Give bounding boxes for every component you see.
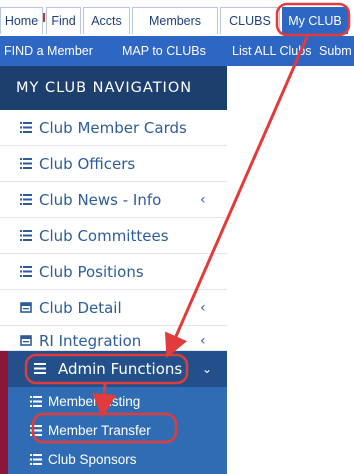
card-icon <box>20 335 32 346</box>
list-icon <box>20 266 32 277</box>
sidebar-subitem-label: Club Sponsors <box>48 452 137 467</box>
list-icon <box>20 158 32 169</box>
tab-clubs[interactable]: CLUBS <box>220 7 280 34</box>
top-tab-bar: Home Find Accts Members CLUBS My CLUB <box>0 0 354 36</box>
subnav-map-to-clubs[interactable]: MAP to CLUBs <box>122 36 206 66</box>
admin-section-accent <box>0 351 8 474</box>
sidebar-item-club-news-info[interactable]: Club News - Info ‹ <box>0 182 227 218</box>
tab-separator <box>43 13 45 22</box>
sidebar-item-label: Club Officers <box>39 155 136 173</box>
list-icon <box>20 230 32 241</box>
sidebar-item-club-member-cards[interactable]: Club Member Cards <box>0 110 227 146</box>
tab-find[interactable]: Find <box>46 7 81 34</box>
list-icon <box>34 363 46 374</box>
chevron-down-icon[interactable]: ⌄ <box>202 351 212 387</box>
sidebar-subitem-member-transfer[interactable]: Member Transfer <box>8 416 227 445</box>
sidebar-item-ri-integration[interactable]: RI Integration ‹ <box>0 326 227 351</box>
list-icon <box>30 425 42 436</box>
tab-my-club[interactable]: My CLUB <box>282 7 348 34</box>
sub-nav-bar: FIND a Member MAP to CLUBs List ALL Club… <box>0 36 354 66</box>
sidebar-item-label: Club Committees <box>39 227 169 245</box>
sidebar-subitem-club-sponsors[interactable]: Club Sponsors <box>8 445 227 474</box>
sidebar-item-club-positions[interactable]: Club Positions <box>0 254 227 290</box>
subnav-submit[interactable]: Subm <box>319 36 352 66</box>
list-icon <box>30 396 42 407</box>
list-icon <box>20 194 32 205</box>
sidebar-subitem-label: Member Transfer <box>48 423 151 438</box>
sidebar-item-label: Club Member Cards <box>39 119 187 137</box>
sidebar-item-club-detail[interactable]: Club Detail ‹ <box>0 290 227 326</box>
list-icon <box>30 454 42 465</box>
chevron-left-icon[interactable]: ‹ <box>200 290 206 326</box>
card-icon <box>20 302 32 313</box>
sidebar-subitem-member-listing[interactable]: Member Listing <box>8 387 227 416</box>
sidebar-subitem-label: Member Listing <box>48 394 141 409</box>
tab-home[interactable]: Home <box>0 7 43 34</box>
sidebar-item-label: Club News - Info <box>39 191 162 209</box>
club-sidebar: MY CLUB NAVIGATION Club Member Cards Clu… <box>0 66 227 474</box>
sidebar-item-label: Club Positions <box>39 263 144 281</box>
sidebar-item-club-committees[interactable]: Club Committees <box>0 218 227 254</box>
screenshot-page: Home Find Accts Members CLUBS My CLUB FI… <box>0 0 354 474</box>
list-icon <box>20 122 32 133</box>
sidebar-item-club-officers[interactable]: Club Officers <box>0 146 227 182</box>
chevron-left-icon[interactable]: ‹ <box>200 182 206 218</box>
subnav-find-a-member[interactable]: FIND a Member <box>4 36 93 66</box>
tab-accts[interactable]: Accts <box>83 7 130 34</box>
subnav-list-all-clubs[interactable]: List ALL Clubs <box>232 36 311 66</box>
sidebar-item-label: Club Detail <box>39 299 122 317</box>
sidebar-item-label: Admin Functions <box>58 360 183 378</box>
sidebar-item-admin-functions[interactable]: Admin Functions ⌄ <box>0 351 227 387</box>
tab-members[interactable]: Members <box>132 7 218 34</box>
sidebar-header: MY CLUB NAVIGATION <box>0 66 227 110</box>
